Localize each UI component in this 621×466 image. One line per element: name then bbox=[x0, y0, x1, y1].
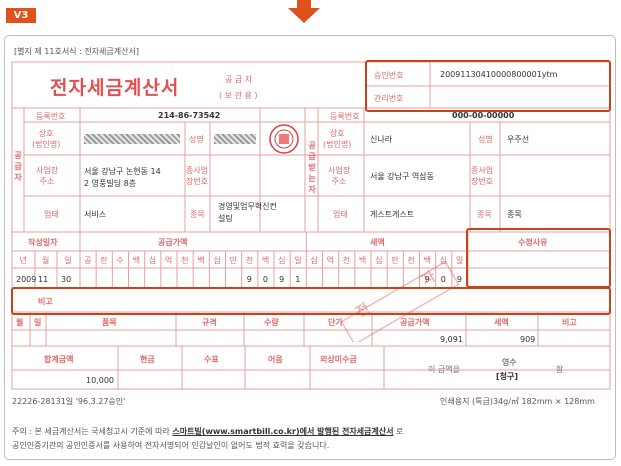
digit-col-label: 천 bbox=[245, 256, 254, 265]
items-month-header: 월 bbox=[16, 318, 24, 327]
digit-col-label: 일 bbox=[294, 256, 302, 265]
smartbill-link[interactable]: 스마트빌(www.smartbill.co.kr)에서 발행된 전자세금계산서 bbox=[172, 427, 393, 436]
footer-line2: 공인인증기관의 공인인증서를 사용하여 전자서명되어 인감날인이 없어도 법적 … bbox=[12, 441, 330, 450]
digit-col-label: 수 bbox=[116, 256, 124, 265]
digit-col-label: 백 bbox=[261, 256, 270, 265]
supplier-addr-label: 사업장 주소 bbox=[36, 166, 59, 186]
supplier-name-label: 상호 (법인명) bbox=[32, 129, 61, 149]
buyer-branch-label: 종사업 장번호 bbox=[471, 166, 494, 186]
date-col-label: 월 bbox=[42, 256, 50, 265]
digit-col-label: 란 bbox=[100, 256, 108, 265]
date-header: 작성일자 bbox=[28, 238, 58, 247]
check-header: 수표 bbox=[204, 355, 219, 364]
date-col-label: 일 bbox=[64, 256, 72, 265]
items-tax-value: 909 bbox=[520, 335, 536, 344]
items-tax-header: 세액 bbox=[494, 318, 509, 327]
buyer-item-label: 종목 bbox=[477, 210, 492, 219]
supplier-business-item: 경영및업무혁신컨 설팅 bbox=[218, 202, 277, 223]
footer-line1: 주의 : 본 세금계산서는 국세청고시 기준에 따라 스마트빌(www.smar… bbox=[12, 426, 403, 437]
buyer-type-label: 업태 bbox=[333, 210, 348, 219]
date-value: 30 bbox=[61, 275, 72, 284]
total-amount-value: 10,000 bbox=[86, 376, 114, 385]
supplier-name-redacted bbox=[84, 134, 180, 144]
digit-col-label: 백 bbox=[132, 256, 140, 265]
cash-header: 현금 bbox=[140, 355, 155, 364]
items-item-header: 품목 bbox=[102, 318, 117, 327]
footer-line1-post: 로 bbox=[393, 427, 404, 436]
digit-col-label: 십 bbox=[213, 256, 221, 265]
buyer-reg-number: 000-00-00000 bbox=[452, 111, 515, 120]
date-value: 2009 bbox=[16, 275, 37, 284]
digit-col-label: 십 bbox=[310, 256, 318, 265]
buyer-side-label: 공급받는자 bbox=[308, 141, 316, 194]
supply-digit: 9 bbox=[279, 275, 285, 284]
company-seal-icon bbox=[269, 124, 299, 154]
supplier-reg-number: 214-86-73542 bbox=[158, 111, 221, 120]
buyer-business-item: 종목 bbox=[507, 210, 522, 219]
supplier-header-line1: 공 급 자 bbox=[225, 75, 253, 84]
digit-col-label: 백 bbox=[197, 256, 205, 265]
buyer-name-label: 상호 (법인명) bbox=[323, 129, 352, 149]
tax-amount-header: 세액 bbox=[370, 238, 385, 247]
digit-col-label: 공 bbox=[84, 256, 92, 265]
approval-highlight-box bbox=[365, 60, 611, 112]
invoice-title: 전자세금계산서 bbox=[50, 77, 180, 99]
supply-digit: 0 bbox=[262, 275, 268, 284]
supplier-business-type: 서비스 bbox=[84, 210, 107, 219]
buyer-business-type: 게스트게스트 bbox=[370, 210, 415, 219]
items-spec-header: 규격 bbox=[202, 318, 217, 327]
supplier-side-label: 공급자 bbox=[14, 151, 22, 182]
buyer-address: 서울 강남구 역삼동 bbox=[370, 172, 434, 181]
buyer-reg-label: 등록번호 bbox=[330, 112, 360, 121]
paper-spec: 인쇄용지 (특급)34g/㎡ 182mm × 128mm bbox=[440, 397, 595, 406]
note-header: 어음 bbox=[268, 355, 283, 364]
supplier-item-label: 종목 bbox=[190, 210, 205, 219]
credit-header: 외상미수금 bbox=[320, 355, 357, 364]
supplier-header-line2: ( 보 관 용 ) bbox=[219, 91, 258, 100]
date-value: 11 bbox=[38, 275, 49, 284]
supplier-type-label: 업태 bbox=[44, 210, 59, 219]
buyer-addr-label: 사업장 주소 bbox=[328, 166, 351, 186]
buyer-rep-label: 성명 bbox=[478, 135, 493, 144]
buyer-representative: 우주선 bbox=[507, 135, 530, 144]
revision-highlight-box bbox=[466, 228, 611, 288]
items-note-header: 비고 bbox=[562, 318, 577, 327]
digit-col-label: 천 bbox=[181, 256, 189, 265]
supplier-address: 서울 강남구 논현동 14 2 영풍빌딩 8층 bbox=[84, 167, 161, 188]
digit-col-label: 만 bbox=[229, 256, 237, 265]
amount-phrase: 이 금액을 bbox=[428, 365, 460, 374]
footer-line1-pre: 주의 : 본 세금계산서는 국세청고시 기준에 따라 bbox=[12, 427, 173, 436]
supplier-rep-label: 성명 bbox=[189, 135, 204, 144]
receipt-label: 영수 bbox=[502, 358, 517, 367]
suffix-label: 함 bbox=[556, 365, 564, 374]
supplier-branch-label: 종사업 장번호 bbox=[186, 166, 209, 186]
doc-approval-number: 22226-28131일 '96.3.27승인' bbox=[12, 397, 126, 406]
claim-label: [청구] bbox=[496, 372, 519, 381]
digit-col-label: 십 bbox=[148, 256, 157, 265]
supplier-rep-redacted bbox=[214, 134, 256, 144]
buyer-name: 신나라 bbox=[370, 135, 393, 144]
supply-amount-header: 공급가액 bbox=[158, 238, 188, 247]
supplier-reg-label: 등록번호 bbox=[36, 112, 66, 121]
total-amount-header: 합계금액 bbox=[44, 355, 74, 364]
digit-col-label: 십 bbox=[278, 256, 286, 265]
items-qty-header: 수량 bbox=[264, 318, 279, 327]
digit-col-label: 억 bbox=[164, 256, 173, 265]
supply-digit: 1 bbox=[295, 275, 301, 284]
date-col-label: 년 bbox=[19, 256, 27, 265]
remarks-highlight-box bbox=[11, 287, 611, 315]
supply-digit: 9 bbox=[246, 275, 252, 284]
items-day-header: 일 bbox=[34, 318, 42, 327]
